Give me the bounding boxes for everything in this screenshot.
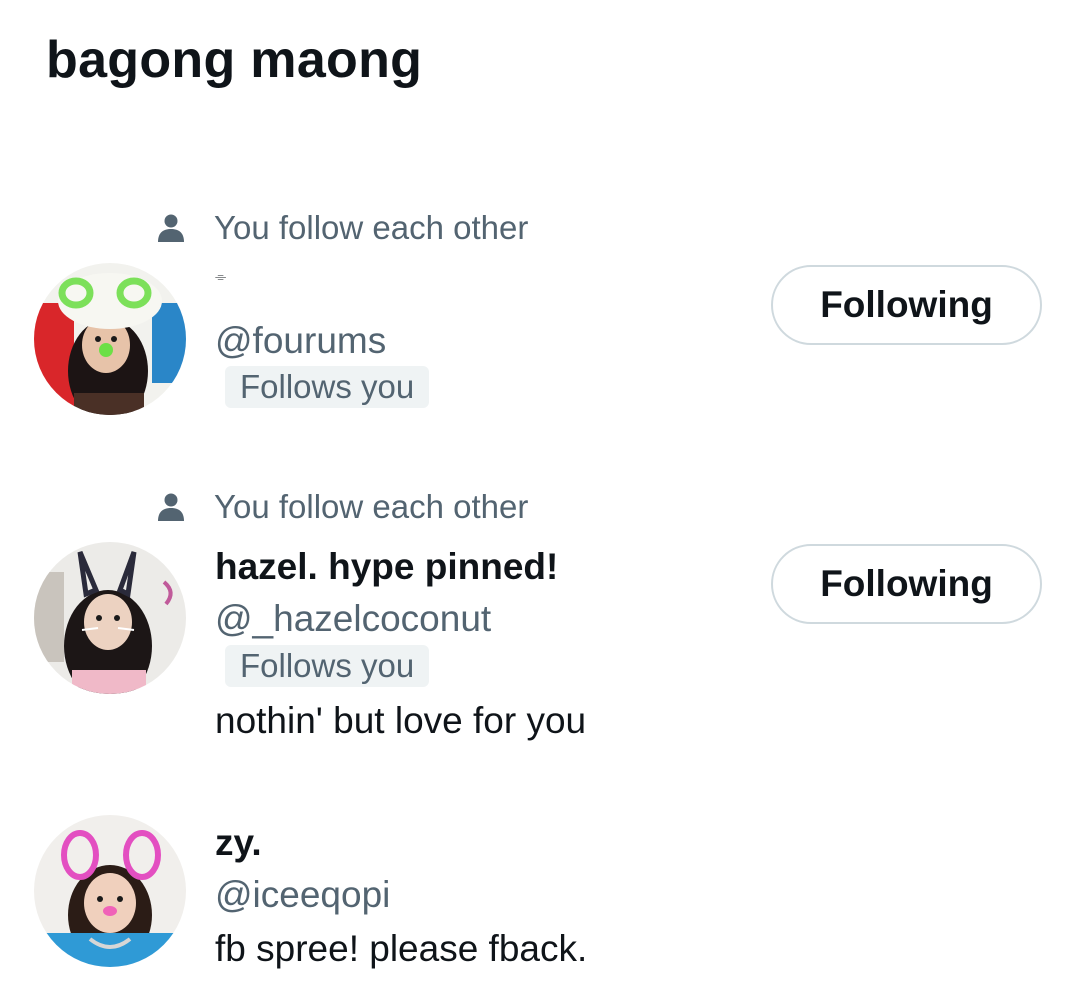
social-context: You follow each other bbox=[156, 487, 528, 527]
avatar[interactable] bbox=[34, 815, 186, 967]
person-icon bbox=[158, 214, 184, 242]
avatar[interactable] bbox=[34, 263, 186, 415]
social-context-text: You follow each other bbox=[214, 209, 529, 246]
follows-you-badge: Follows you bbox=[225, 366, 430, 408]
page-title: bagong maong bbox=[46, 31, 423, 89]
display-name[interactable]: zy. bbox=[215, 822, 262, 864]
following-button[interactable]: Following bbox=[771, 265, 1042, 345]
user-handle[interactable]: @_hazelcoconut bbox=[215, 598, 491, 640]
user-bio: fb spree! please fback. bbox=[215, 928, 588, 969]
social-context: You follow each other bbox=[156, 208, 528, 248]
social-context-text: You follow each other bbox=[214, 488, 529, 525]
follows-you-badge: Follows you bbox=[225, 645, 430, 687]
display-name[interactable]: hazel. hype pinned! bbox=[215, 546, 558, 588]
display-name[interactable]: ⌯ bbox=[215, 268, 226, 285]
user-handle[interactable]: @iceeqopi bbox=[215, 874, 390, 916]
user-bio: nothin' but love for you bbox=[215, 700, 587, 741]
person-icon bbox=[158, 493, 184, 521]
avatar[interactable] bbox=[34, 542, 186, 694]
user-handle[interactable]: @fourums bbox=[215, 320, 386, 362]
following-button[interactable]: Following bbox=[771, 544, 1042, 624]
